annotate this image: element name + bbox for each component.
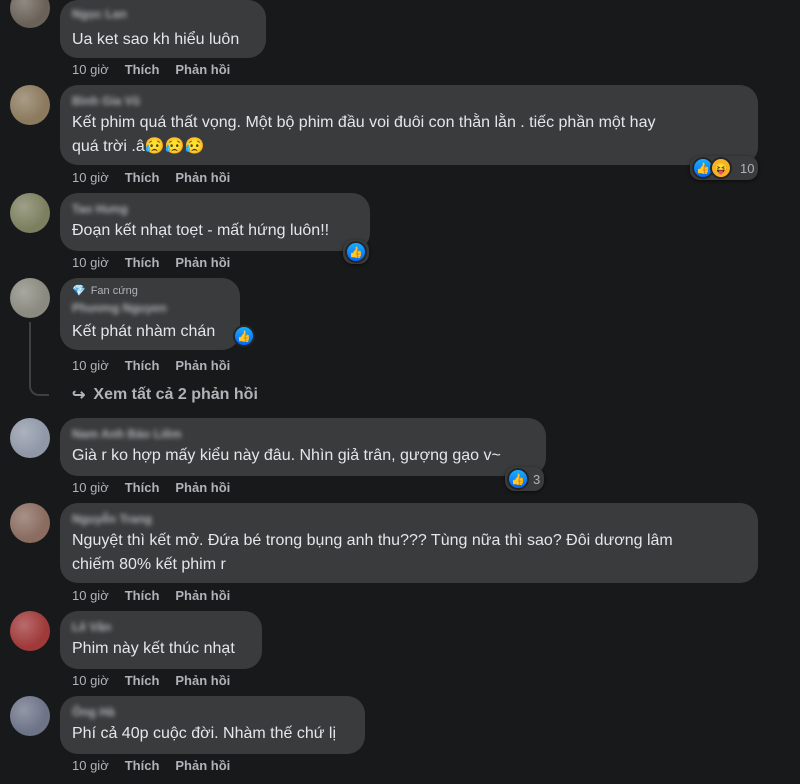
avatar[interactable] — [10, 85, 50, 125]
commenter-name[interactable]: Lê Vân — [72, 619, 250, 635]
avatar[interactable] — [10, 696, 50, 736]
avatar[interactable] — [10, 503, 50, 543]
like-icon: 👍 — [345, 241, 367, 263]
avatar[interactable] — [10, 278, 50, 318]
reply-button[interactable]: Phản hồi — [175, 358, 230, 373]
comment-bubble: 💎 Fan cứng Phương Nguyen Kết phát nhàm c… — [60, 278, 240, 350]
reaction-summary[interactable]: 👍 😝 10 — [690, 156, 759, 180]
timestamp[interactable]: 10 giờ — [72, 62, 109, 77]
avatar[interactable] — [10, 0, 50, 28]
timestamp[interactable]: 10 giờ — [72, 170, 109, 185]
comment-text-line-1: Nguyệt thì kết mở. Đứa bé trong bụng anh… — [72, 532, 673, 549]
commenter-name[interactable]: Nam Anh Bảo Liêm — [72, 426, 534, 442]
avatar[interactable] — [10, 611, 50, 651]
timestamp[interactable]: 10 giờ — [72, 673, 109, 688]
reply-arrow-icon: ↪ — [72, 387, 86, 404]
reaction-count: 10 — [740, 160, 755, 176]
fan-badge: 💎 Fan cứng — [72, 284, 228, 298]
commenter-name[interactable]: Bình Gia Vũ — [72, 93, 746, 109]
comment-actions: 10 giờ Thích Phản hồi — [72, 588, 230, 603]
like-button[interactable]: Thích — [125, 255, 160, 270]
commenter-name[interactable]: Nguyễn Trang — [72, 511, 746, 527]
avatar[interactable] — [10, 418, 50, 458]
timestamp[interactable]: 10 giờ — [72, 358, 109, 373]
timestamp[interactable]: 10 giờ — [72, 255, 109, 270]
diamond-icon: 💎 — [72, 285, 86, 297]
comment-text: Già r ko hợp mấy kiểu này đâu. Nhìn giả … — [72, 447, 501, 464]
view-replies-label: Xem tất cả 2 phản hồi — [93, 386, 258, 403]
commenter-name[interactable]: Phương Nguyen — [72, 300, 228, 316]
reply-button[interactable]: Phản hồi — [175, 480, 230, 495]
comment-bubble: Ông Hà Phí cả 40p cuộc đời. Nhàm thế chứ… — [60, 696, 365, 754]
like-button[interactable]: Thích — [125, 758, 160, 773]
commenter-name[interactable]: Tao Hưng — [72, 201, 358, 217]
comment-bubble: Tao Hưng Đoạn kết nhạt toẹt - mất hứng l… — [60, 193, 370, 251]
reply-thread-curve — [29, 380, 49, 396]
timestamp[interactable]: 10 giờ — [72, 758, 109, 773]
reply-button[interactable]: Phản hồi — [175, 673, 230, 688]
comment-actions: 10 giờ Thích Phản hồi — [72, 62, 230, 77]
like-button[interactable]: Thích — [125, 588, 160, 603]
comment-actions: 10 giờ Thích Phản hồi — [72, 758, 230, 773]
comment-text-line-2: quá trời .â😥😥😥 — [72, 138, 205, 155]
comment-text: Phim này kết thúc nhạt — [72, 640, 235, 657]
commenter-name[interactable]: Ngọc Lan — [72, 6, 254, 22]
reply-button[interactable]: Phản hồi — [175, 62, 230, 77]
comment-text-line-1: Kết phim quá thất vọng. Một bộ phim đầu … — [72, 114, 656, 131]
comment-text: Ua ket sao kh hiểu luôn — [72, 31, 240, 48]
comment-bubble: Lê Vân Phim này kết thúc nhạt — [60, 611, 262, 669]
like-button[interactable]: Thích — [125, 673, 160, 688]
like-button[interactable]: Thích — [125, 480, 160, 495]
badge-label: Fan cứng — [90, 285, 138, 297]
like-button[interactable]: Thích — [125, 170, 160, 185]
view-all-replies-link[interactable]: ↪ Xem tất cả 2 phản hồi — [72, 385, 258, 405]
comment-actions: 10 giờ Thích Phản hồi — [72, 358, 230, 373]
timestamp[interactable]: 10 giờ — [72, 480, 109, 495]
timestamp[interactable]: 10 giờ — [72, 588, 109, 603]
comment-text: Kết phát nhàm chán — [72, 323, 216, 340]
avatar[interactable] — [10, 193, 50, 233]
comment-actions: 10 giờ Thích Phản hồi — [72, 480, 230, 495]
comment-bubble: Bình Gia Vũ Kết phim quá thất vọng. Một … — [60, 85, 758, 165]
reply-thread-line — [29, 322, 31, 382]
comment-bubble: Nam Anh Bảo Liêm Già r ko hợp mấy kiểu n… — [60, 418, 546, 476]
comment-bubble: Ngọc Lan Ua ket sao kh hiểu luôn — [60, 0, 266, 58]
reaction-count: 3 — [533, 471, 541, 487]
reaction-summary[interactable]: 👍 3 — [505, 467, 545, 491]
comment-text: Phí cả 40p cuộc đời. Nhàm thế chứ lị — [72, 725, 336, 742]
comment-actions: 10 giờ Thích Phản hồi — [72, 170, 230, 185]
reply-button[interactable]: Phản hồi — [175, 255, 230, 270]
commenter-name[interactable]: Ông Hà — [72, 704, 353, 720]
haha-icon: 😝 — [710, 157, 732, 179]
comment-bubble: Nguyễn Trang Nguyệt thì kết mở. Đứa bé t… — [60, 503, 758, 583]
reaction-summary[interactable]: 👍 — [231, 324, 257, 348]
comment-actions: 10 giờ Thích Phản hồi — [72, 673, 230, 688]
like-button[interactable]: Thích — [125, 62, 160, 77]
comment-text-line-2: chiếm 80% kết phim r — [72, 556, 226, 573]
comment-text: Đoạn kết nhạt toẹt - mất hứng luôn!! — [72, 222, 330, 239]
reaction-summary[interactable]: 👍 — [343, 240, 369, 264]
comment-actions: 10 giờ Thích Phản hồi — [72, 255, 230, 270]
reply-button[interactable]: Phản hồi — [175, 758, 230, 773]
reply-button[interactable]: Phản hồi — [175, 588, 230, 603]
like-button[interactable]: Thích — [125, 358, 160, 373]
like-icon: 👍 — [233, 325, 255, 347]
like-icon: 👍 — [507, 468, 529, 490]
reply-button[interactable]: Phản hồi — [175, 170, 230, 185]
